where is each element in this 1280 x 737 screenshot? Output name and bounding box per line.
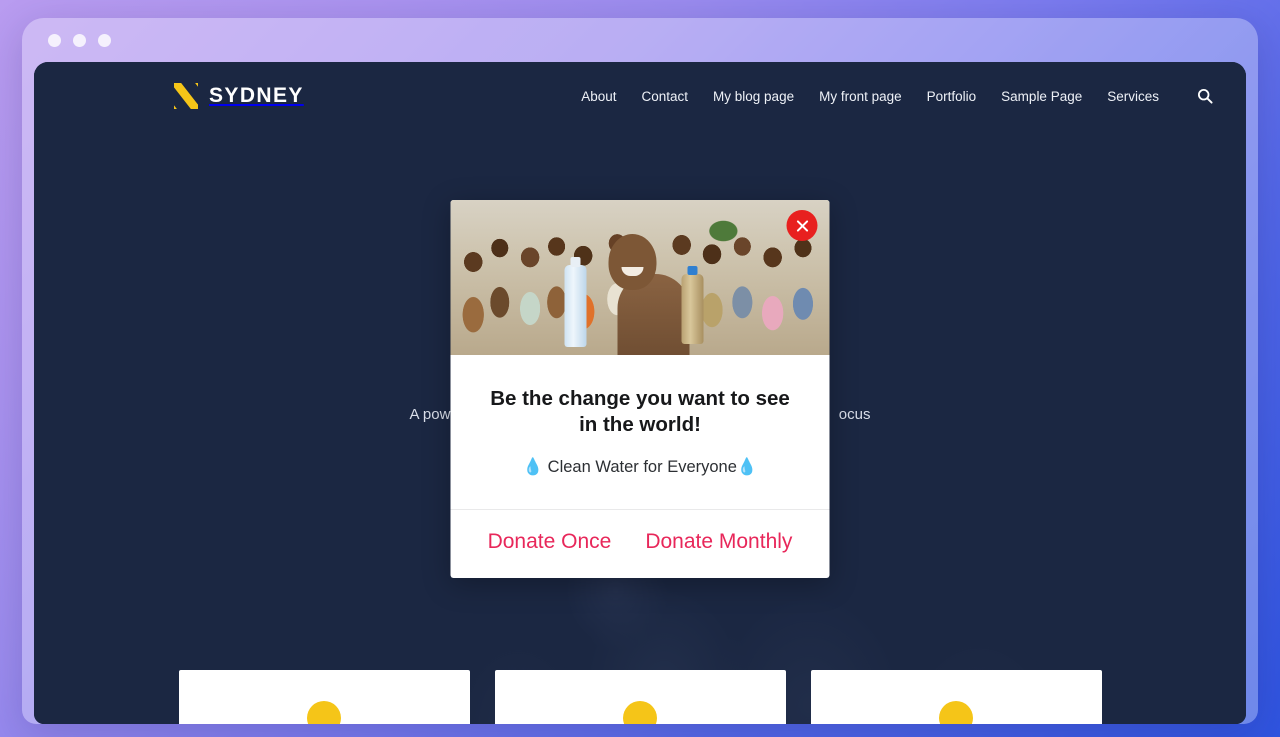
yellow-circle-icon bbox=[623, 701, 657, 724]
desktop-background: SYDNEY About Contact My blog page My fro… bbox=[0, 0, 1280, 737]
browser-window: SYDNEY About Contact My blog page My fro… bbox=[22, 18, 1258, 724]
feature-card[interactable] bbox=[178, 670, 470, 724]
nav-item-my-front-page[interactable]: My front page bbox=[819, 89, 902, 104]
donate-monthly-button[interactable]: Donate Monthly bbox=[639, 528, 798, 556]
nav-item-contact[interactable]: Contact bbox=[642, 89, 689, 104]
nav-item-services[interactable]: Services bbox=[1107, 89, 1159, 104]
nav-item-my-blog-page[interactable]: My blog page bbox=[713, 89, 794, 104]
sydney-logo-mark-icon bbox=[174, 83, 198, 109]
yellow-circle-icon bbox=[939, 701, 973, 724]
feature-card[interactable] bbox=[494, 670, 786, 724]
site-logo[interactable]: SYDNEY bbox=[174, 83, 304, 109]
site-header: SYDNEY About Contact My blog page My fro… bbox=[34, 62, 1246, 130]
yellow-circle-icon bbox=[307, 701, 341, 724]
modal-actions: Donate Once Donate Monthly bbox=[450, 509, 830, 578]
hero-subtitle-left: A pow bbox=[409, 406, 451, 424]
donation-modal: Be the change you want to see in the wor… bbox=[450, 200, 830, 579]
modal-body: Be the change you want to see in the wor… bbox=[451, 355, 830, 509]
nav-item-portfolio[interactable]: Portfolio bbox=[927, 89, 977, 104]
feature-cards-row bbox=[34, 670, 1246, 724]
modal-heading: Be the change you want to see in the wor… bbox=[490, 387, 790, 437]
close-icon[interactable] bbox=[786, 210, 818, 241]
site-brand-name: SYDNEY bbox=[209, 84, 304, 107]
modal-hero-image bbox=[450, 200, 830, 355]
donate-once-button[interactable]: Donate Once bbox=[482, 528, 618, 556]
search-icon[interactable] bbox=[1194, 85, 1216, 107]
nav-item-sample-page[interactable]: Sample Page bbox=[1001, 89, 1082, 104]
traffic-light-close[interactable] bbox=[48, 33, 61, 47]
nav-item-about[interactable]: About bbox=[581, 89, 616, 104]
browser-titlebar bbox=[22, 18, 1258, 62]
traffic-light-maximize[interactable] bbox=[98, 33, 111, 47]
modal-image-girl-head bbox=[608, 234, 657, 291]
main-navigation: About Contact My blog page My front page… bbox=[581, 85, 1216, 107]
modal-subheading: 💧 Clean Water for Everyone💧 bbox=[522, 458, 758, 477]
traffic-light-minimize[interactable] bbox=[73, 33, 86, 47]
dirty-water-bottle-icon bbox=[681, 266, 704, 345]
hero-subtitle-right: ocus bbox=[838, 406, 871, 424]
clean-water-bottle-icon bbox=[564, 257, 587, 348]
feature-card[interactable] bbox=[810, 670, 1102, 724]
page-viewport: SYDNEY About Contact My blog page My fro… bbox=[34, 62, 1246, 724]
